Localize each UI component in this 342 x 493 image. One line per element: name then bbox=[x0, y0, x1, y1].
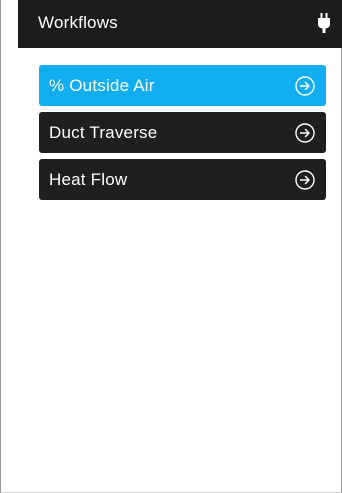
workflow-button-outside-air[interactable]: % Outside Air bbox=[39, 65, 326, 106]
workflow-list: % Outside Air Duct Traverse Heat Flow bbox=[39, 65, 326, 206]
workflow-label: % Outside Air bbox=[49, 75, 155, 95]
arrow-circle-right-icon bbox=[295, 122, 315, 143]
app-screen: Workflows % Outside Air Duct Traverse He… bbox=[0, 0, 342, 493]
arrow-circle-right-icon bbox=[295, 169, 315, 190]
title-bar: Workflows bbox=[18, 0, 342, 48]
workflow-button-heat-flow[interactable]: Heat Flow bbox=[39, 159, 326, 200]
page-title: Workflows bbox=[38, 13, 118, 32]
workflow-button-duct-traverse[interactable]: Duct Traverse bbox=[39, 112, 326, 153]
arrow-circle-right-icon bbox=[295, 75, 315, 96]
workflow-label: Duct Traverse bbox=[49, 122, 158, 142]
plug-icon bbox=[318, 13, 330, 33]
workflow-label: Heat Flow bbox=[49, 169, 128, 189]
